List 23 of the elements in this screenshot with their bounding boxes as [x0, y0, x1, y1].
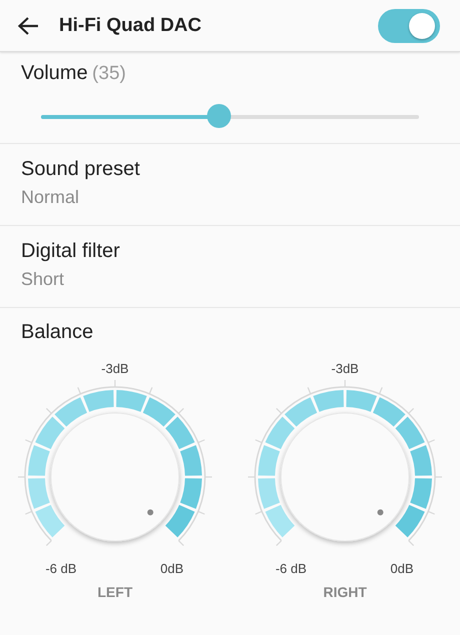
setting-title[interactable]: Digital filter — [21, 240, 460, 263]
setting-value: Short — [21, 269, 66, 290]
balance-knob[interactable] — [280, 412, 410, 542]
volume-label: Volume — [21, 62, 88, 84]
dial-top-label: -3dB — [331, 361, 359, 376]
setting-value: Normal — [21, 187, 80, 208]
dial-min-label: -6 dB — [45, 561, 77, 576]
screen-title: Hi-Fi Quad DAC — [59, 14, 202, 36]
toggle-switch[interactable] — [378, 8, 440, 42]
dial-min-label: -6 dB — [275, 561, 307, 576]
setting-title[interactable]: Sound preset — [21, 158, 460, 181]
back-arrow-icon[interactable] — [17, 16, 39, 36]
dial-top-label: -3dB — [101, 361, 129, 376]
volume-slider-thumb[interactable] — [206, 104, 231, 128]
knob-pointer-dot — [147, 509, 154, 516]
volume-value: (35) — [92, 63, 126, 84]
dial-max-label: 0dB — [160, 561, 184, 576]
channel-label: LEFT — [98, 584, 132, 600]
knob-pointer-dot — [377, 509, 384, 516]
dial-max-label: 0dB — [390, 561, 414, 576]
balance-title: Balance — [21, 321, 94, 344]
channel-label: RIGHT — [323, 584, 367, 600]
balance-knob[interactable] — [50, 412, 180, 542]
